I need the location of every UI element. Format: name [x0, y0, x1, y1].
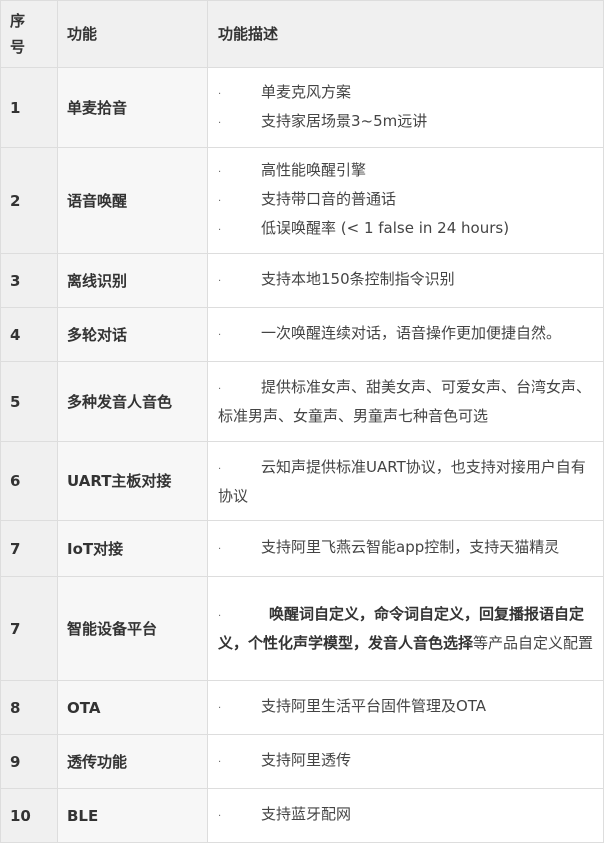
row-feature: BLE [57, 788, 208, 843]
table-row: 2 语音唤醒 · 高性能唤醒引擎 · 支持带口音的普通话 · 低误唤醒率 (< 1 f… [0, 147, 604, 254]
bullet-icon: · [218, 276, 222, 287]
row-description: · 唤醒词自定义，命令词自定义，回复播报语自定义，个性化声学模型，发音人音色选择等… [207, 576, 604, 681]
row-feature: 透传功能 [57, 734, 208, 789]
row-index: 1 [0, 67, 58, 148]
description-line: 支持阿里透传 [261, 751, 352, 769]
header-index-line2: 号 [10, 38, 26, 56]
bullet-icon: · [218, 811, 222, 822]
table-row: 6 UART主板对接 · 云知声提供标准UART协议，也支持对接用户自有协议 [0, 441, 604, 521]
row-description: · 支持阿里飞燕云智能app控制，支持天猫精灵 [207, 520, 604, 577]
bullet-icon: · [218, 196, 222, 207]
row-description: · 支持本地150条控制指令识别 [207, 253, 604, 308]
row-feature: 单麦拾音 [57, 67, 208, 148]
row-description: · 单麦克风方案 · 支持家居场景3~5m远讲 [207, 67, 604, 148]
bullet-icon: · [218, 117, 222, 129]
description-text: 提供标准女声、甜美女声、可爱女声、台湾女声、标准男声、女童声、男童声七种音色可选 [218, 378, 592, 425]
bullet-icon: · [218, 384, 222, 395]
row-index: 5 [0, 361, 58, 442]
row-index: 7 [0, 520, 58, 577]
bullet-icon: · [218, 167, 222, 178]
bullet-icon: · [218, 225, 222, 236]
header-index: 序 号 [0, 0, 58, 68]
row-feature: 多轮对话 [57, 307, 208, 362]
row-index: 8 [0, 680, 58, 735]
row-feature: IoT对接 [57, 520, 208, 577]
row-index: 7 [0, 576, 58, 681]
description-line: 单麦克风方案 [261, 82, 352, 101]
table-row: 10 BLE · 支持蓝牙配网 [0, 788, 604, 843]
bullet-icon: · [218, 544, 222, 555]
table-row: 1 单麦拾音 · 单麦克风方案 · 支持家居场景3~5m远讲 [0, 67, 604, 148]
header-row: 序 号 功能 功能描述 [0, 0, 604, 68]
row-index: 4 [0, 307, 58, 362]
header-index-line1: 序 [10, 12, 26, 30]
table-row: 4 多轮对话 · 一次唤醒连续对话，语音操作更加便捷自然。 [0, 307, 604, 362]
row-index: 6 [0, 441, 58, 521]
row-description: · 高性能唤醒引擎 · 支持带口音的普通话 · 低误唤醒率 (< 1 false in… [207, 147, 604, 254]
row-feature: OTA [57, 680, 208, 735]
row-description: · 支持阿里生活平台固件管理及OTA [207, 680, 604, 735]
description-line: 支持阿里飞燕云智能app控制，支持天猫精灵 [261, 538, 560, 556]
description-line: 支持带口音的普通话 [261, 190, 397, 208]
bullet-icon: · [218, 88, 222, 100]
row-index: 3 [0, 253, 58, 308]
row-description: · 提供标准女声、甜美女声、可爱女声、台湾女声、标准男声、女童声、男童声七种音色可… [207, 361, 604, 442]
bullet-icon: · [218, 463, 222, 475]
row-index: 9 [0, 734, 58, 789]
row-description: · 一次唤醒连续对话，语音操作更加便捷自然。 [207, 307, 604, 362]
feature-table: 序 号 功能 功能描述 1 单麦拾音 · 单麦克风方案 · 支持家居场景3~5m远讲… [0, 0, 604, 843]
row-feature: 离线识别 [57, 253, 208, 308]
table-row: 9 透传功能 · 支持阿里透传 [0, 734, 604, 789]
table-row: 7 IoT对接 · 支持阿里飞燕云智能app控制，支持天猫精灵 [0, 520, 604, 577]
description-text: 等产品自定义配置 [473, 634, 594, 652]
description-line: 支持本地150条控制指令识别 [261, 270, 455, 288]
row-index: 2 [0, 147, 58, 254]
row-feature: 智能设备平台 [57, 576, 208, 681]
description-text: 云知声提供标准UART协议，也支持对接用户自有协议 [218, 457, 586, 505]
row-description: · 支持阿里透传 [207, 734, 604, 789]
bullet-icon: · [218, 757, 222, 768]
description-line: 支持阿里生活平台固件管理及OTA [261, 697, 487, 715]
description-line: 低误唤醒率 (< 1 false in 24 hours) [261, 219, 510, 237]
description-line: 支持蓝牙配网 [261, 805, 352, 823]
header-feature: 功能 [57, 0, 208, 68]
table-row: 8 OTA · 支持阿里生活平台固件管理及OTA [0, 680, 604, 735]
row-description: · 支持蓝牙配网 [207, 788, 604, 843]
bullet-icon: · [218, 611, 222, 622]
row-feature: 语音唤醒 [57, 147, 208, 254]
header-description: 功能描述 [207, 0, 604, 68]
table-row: 5 多种发音人音色 · 提供标准女声、甜美女声、可爱女声、台湾女声、标准男声、女童… [0, 361, 604, 442]
row-feature: UART主板对接 [57, 441, 208, 521]
bullet-icon: · [218, 330, 222, 341]
description-line: 一次唤醒连续对话，语音操作更加便捷自然。 [261, 324, 562, 342]
row-description: · 云知声提供标准UART协议，也支持对接用户自有协议 [207, 441, 604, 521]
row-index: 10 [0, 788, 58, 843]
row-feature: 多种发音人音色 [57, 361, 208, 442]
description-line: 高性能唤醒引擎 [261, 161, 367, 179]
description-line: 支持家居场景3~5m远讲 [261, 111, 428, 130]
table-row: 3 离线识别 · 支持本地150条控制指令识别 [0, 253, 604, 308]
bullet-icon: · [218, 703, 222, 714]
table-row: 7 智能设备平台 · 唤醒词自定义，命令词自定义，回复播报语自定义，个性化声学模型… [0, 576, 604, 681]
